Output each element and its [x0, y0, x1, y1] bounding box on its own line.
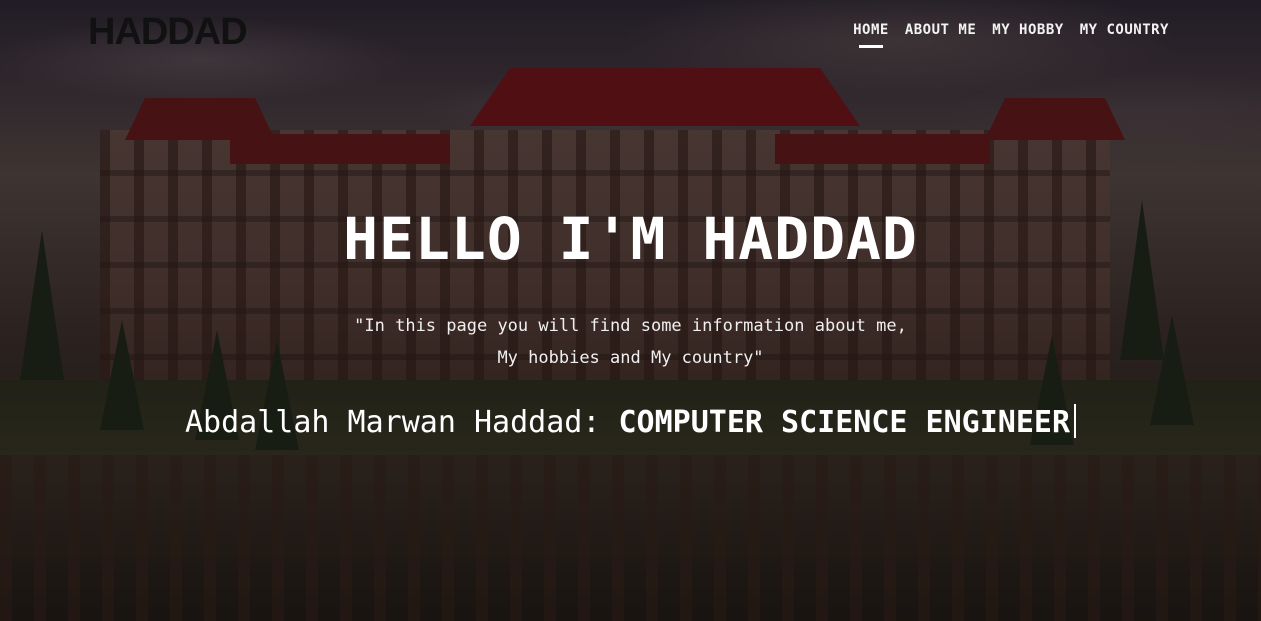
typed-role-line: Abdallah Marwan Haddad: COMPUTER SCIENCE…	[0, 404, 1261, 440]
nav-item-home[interactable]: HOME	[853, 22, 889, 48]
owner-name: Abdallah Marwan Haddad:	[184, 405, 601, 440]
typed-role-text: COMPUTER SCIENCE ENGINEER	[618, 405, 1071, 440]
hero-subtitle-line-1: "In this page you will find some informa…	[354, 316, 907, 336]
hero-content: HADDAD HOME ABOUT ME MY HOBBY MY COUNTRY…	[0, 0, 1261, 621]
typing-cursor	[1074, 404, 1077, 438]
hero-subtitle: "In this page you will find some informa…	[0, 310, 1261, 374]
nav-item-my-hobby[interactable]: MY HOBBY	[992, 22, 1063, 48]
nav-item-about-me[interactable]: ABOUT ME	[905, 22, 976, 48]
hero-section: HADDAD HOME ABOUT ME MY HOBBY MY COUNTRY…	[0, 0, 1261, 621]
main-nav: HOME ABOUT ME MY HOBBY MY COUNTRY	[853, 22, 1169, 48]
site-logo[interactable]: HADDAD	[88, 12, 248, 52]
hero-title: HELLO I'M HADDAD	[343, 205, 918, 273]
hero-subtitle-line-2: My hobbies and My country"	[497, 348, 764, 368]
nav-item-my-country[interactable]: MY COUNTRY	[1080, 22, 1169, 48]
